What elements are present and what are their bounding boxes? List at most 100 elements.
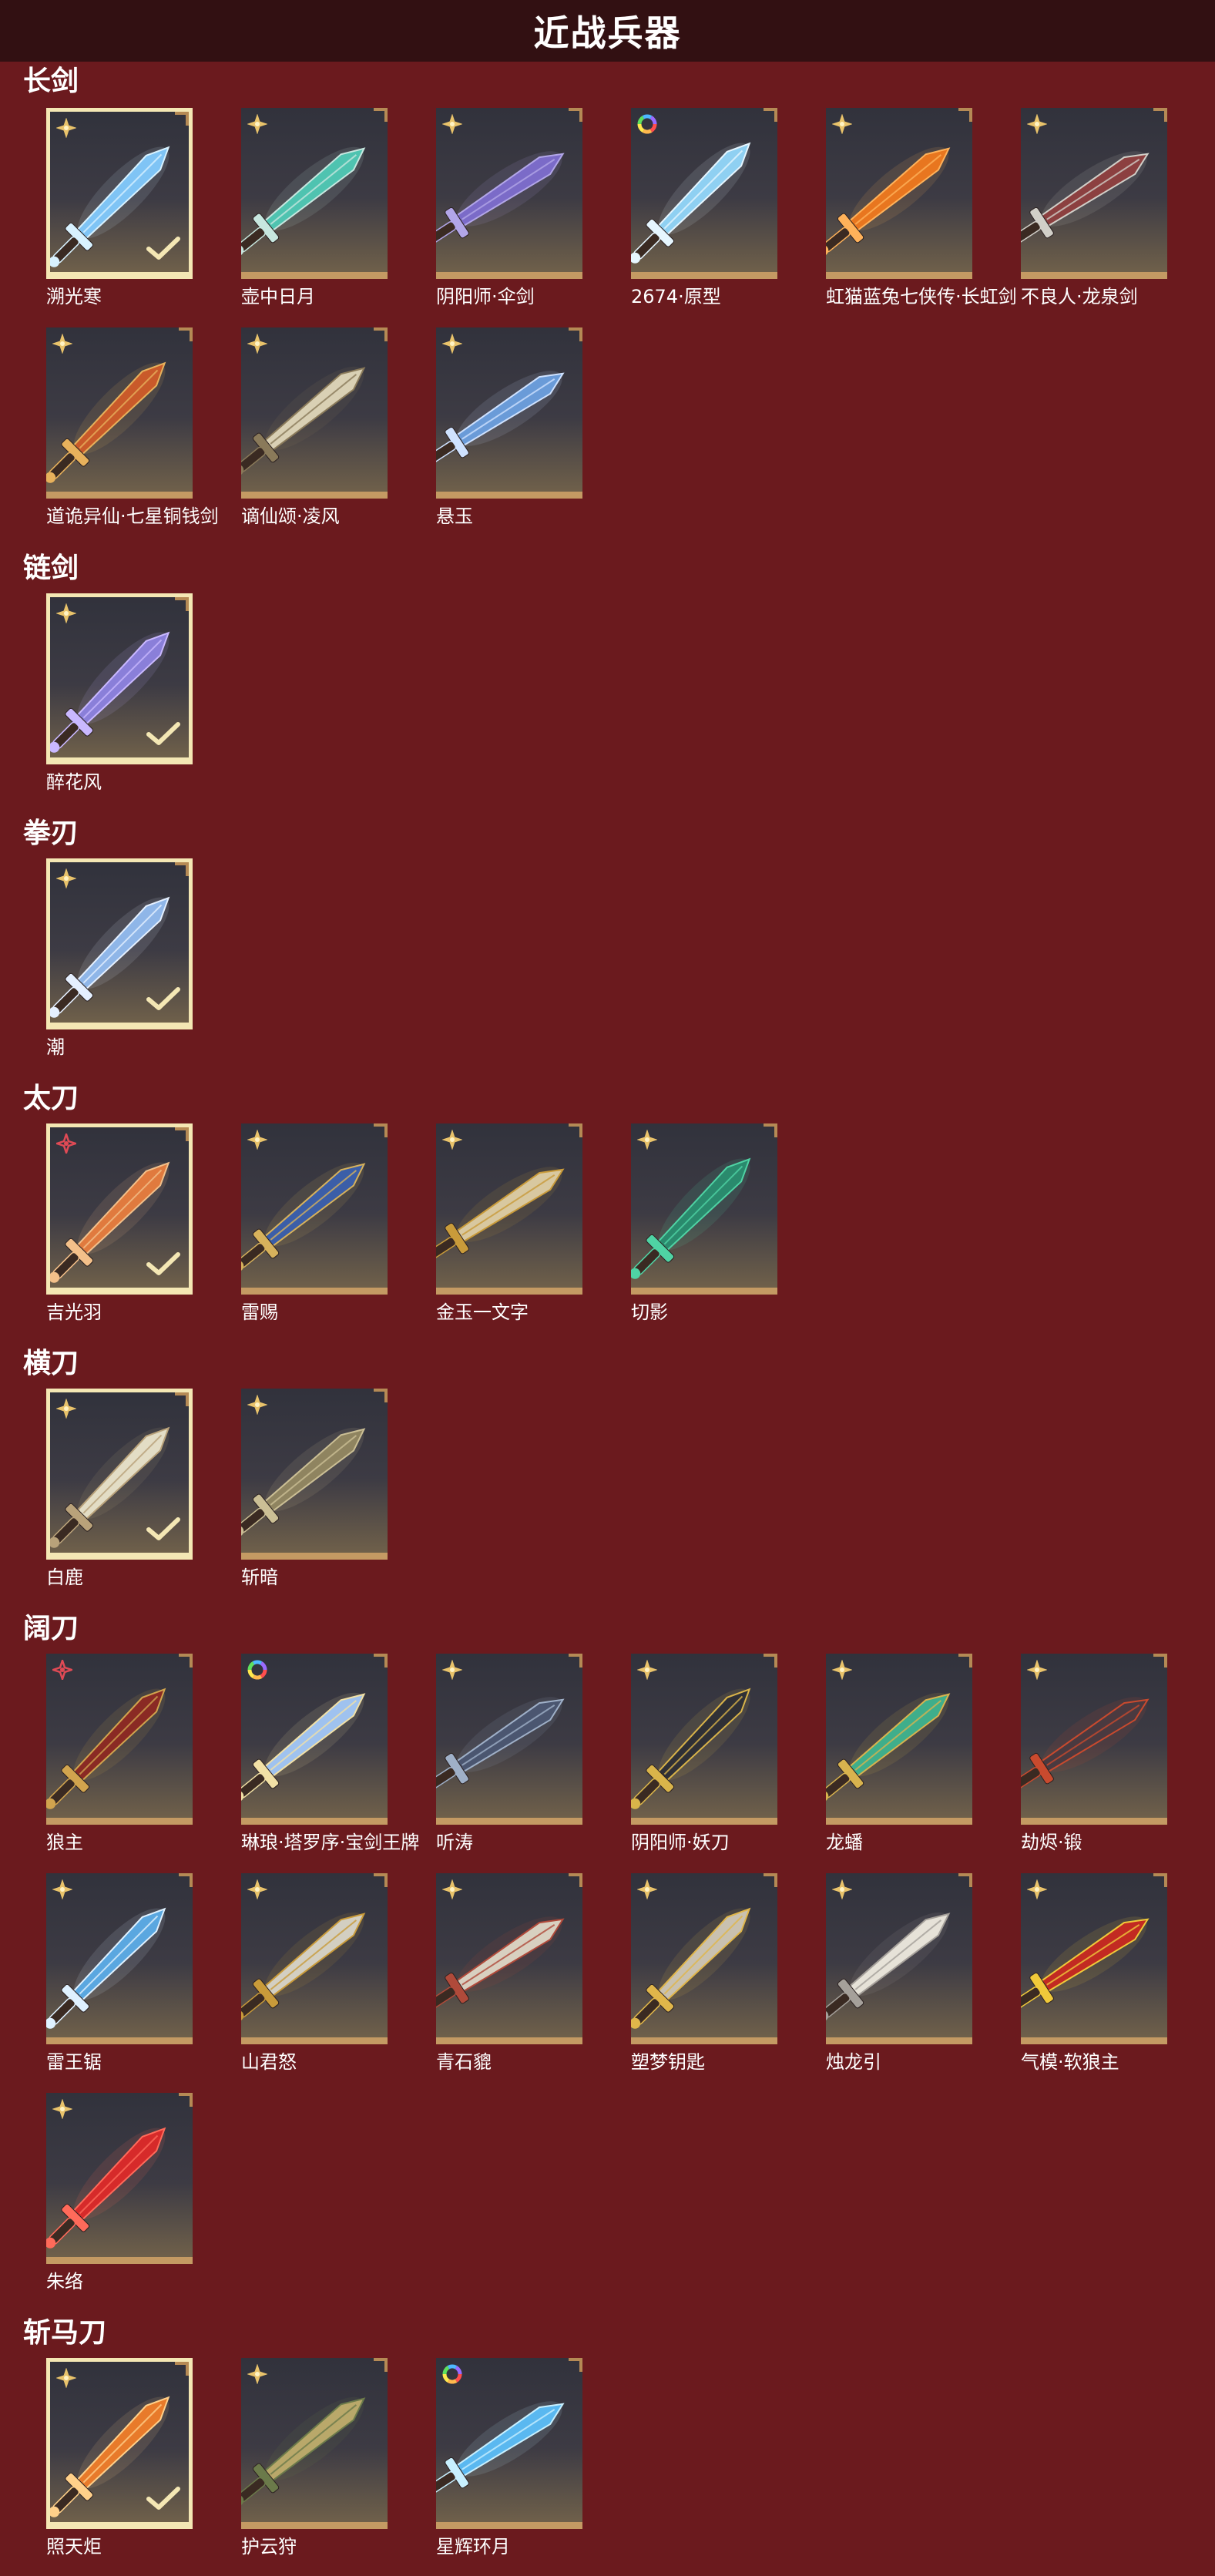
weapon-card[interactable]: 壶中日月	[241, 108, 388, 307]
weapon-card[interactable]: 朱络	[46, 2093, 193, 2292]
category-title: 拳刃	[23, 818, 79, 849]
weapon-thumbnail	[436, 108, 582, 279]
weapon-name: 青石貔	[436, 2051, 492, 2073]
weapon-card[interactable]: 龙蟠	[826, 1654, 972, 1853]
gold-star-icon	[52, 334, 72, 354]
corner-ornament	[569, 108, 582, 122]
category-title: 太刀	[23, 1083, 79, 1114]
weapon-name: 溯光寒	[46, 286, 102, 307]
weapon-name: 醉花风	[46, 771, 102, 793]
corner-ornament	[179, 1654, 193, 1668]
weapon-card[interactable]: 悬玉	[436, 327, 582, 527]
weapon-thumbnail	[241, 1654, 388, 1825]
gold-star-icon	[442, 1879, 462, 1899]
gold-star-icon	[247, 114, 267, 134]
weapon-thumbnail	[46, 1123, 193, 1295]
gold-star-icon	[832, 1660, 852, 1680]
weapon-name: 朱络	[46, 2271, 83, 2292]
weapon-thumbnail	[826, 108, 972, 279]
weapon-thumbnail	[46, 2093, 193, 2264]
gold-star-icon	[832, 114, 852, 134]
check-icon	[146, 1517, 180, 1540]
weapon-thumbnail	[436, 1654, 582, 1825]
weapon-card[interactable]: 不良人·龙泉剑	[1021, 108, 1167, 307]
weapon-card[interactable]: 虹猫蓝兔七侠传·长虹剑	[826, 108, 1017, 307]
weapon-card[interactable]: 星辉环月	[436, 2358, 582, 2558]
weapon-thumbnail	[241, 1389, 388, 1560]
check-icon	[146, 722, 180, 745]
weapon-card[interactable]: 金玉一文字	[436, 1123, 582, 1323]
weapon-card[interactable]: 溯光寒	[46, 108, 193, 307]
gold-star-icon	[637, 1130, 657, 1150]
weapon-card[interactable]: 狼主	[46, 1654, 193, 1853]
gold-star-icon	[637, 1660, 657, 1680]
corner-ornament	[569, 327, 582, 341]
category-title: 阔刀	[23, 1613, 79, 1644]
gold-star-icon	[247, 1879, 267, 1899]
weapon-name: 切影	[631, 1301, 668, 1323]
corner-ornament	[175, 1392, 189, 1406]
weapon-name: 斩暗	[241, 1567, 278, 1588]
gold-star-icon	[832, 1879, 852, 1899]
weapon-thumbnail	[436, 1123, 582, 1295]
corner-ornament	[179, 1873, 193, 1887]
gold-star-icon	[247, 1395, 267, 1415]
weapon-card[interactable]: 劫烬·锻	[1021, 1654, 1167, 1853]
weapon-name: 悬玉	[436, 505, 473, 527]
weapon-thumbnail	[241, 1873, 388, 2044]
weapon-thumbnail	[631, 1654, 777, 1825]
weapon-card[interactable]: 潮	[46, 858, 193, 1058]
weapon-card[interactable]: 斩暗	[241, 1389, 388, 1588]
weapon-card[interactable]: 阴阳师·妖刀	[631, 1654, 777, 1853]
red-star-icon	[56, 1134, 76, 1154]
corner-ornament	[374, 1123, 388, 1137]
weapon-card[interactable]: 阴阳师·伞剑	[436, 108, 582, 307]
weapon-thumbnail	[436, 2358, 582, 2529]
weapon-name: 劫烬·锻	[1021, 1832, 1082, 1853]
rainbow-ring-icon	[637, 114, 657, 134]
weapon-card[interactable]: 谪仙颂·凌风	[241, 327, 388, 527]
weapon-name: 雷王锯	[46, 2051, 102, 2073]
weapon-card[interactable]: 白鹿	[46, 1389, 193, 1588]
weapon-card[interactable]: 听涛	[436, 1654, 582, 1853]
weapon-card[interactable]: 塑梦钥匙	[631, 1873, 777, 2073]
weapon-card[interactable]: 青石貔	[436, 1873, 582, 2073]
corner-ornament	[374, 2358, 388, 2372]
weapon-thumbnail	[46, 858, 193, 1029]
weapon-card[interactable]: 山君怒	[241, 1873, 388, 2073]
weapon-card[interactable]: 烛龙引	[826, 1873, 972, 2073]
weapon-card[interactable]: 护云狩	[241, 2358, 388, 2558]
weapon-card[interactable]: 雷赐	[241, 1123, 388, 1323]
corner-ornament	[764, 108, 777, 122]
gold-star-icon	[56, 118, 76, 138]
weapon-name: 谪仙颂·凌风	[241, 505, 340, 527]
gold-star-icon	[1027, 1879, 1047, 1899]
corner-ornament	[374, 108, 388, 122]
gold-star-icon	[56, 1399, 76, 1419]
weapon-card[interactable]: 切影	[631, 1123, 777, 1323]
weapon-name: 金玉一文字	[436, 1301, 529, 1323]
weapon-card[interactable]: 吉光羽	[46, 1123, 193, 1323]
corner-ornament	[374, 1389, 388, 1402]
corner-ornament	[1153, 1654, 1167, 1668]
gold-star-icon	[52, 2099, 72, 2119]
weapon-card[interactable]: 2674·原型	[631, 108, 777, 307]
weapon-name: 不良人·龙泉剑	[1021, 286, 1138, 307]
weapon-card[interactable]: 琳琅·塔罗序·宝剑王牌	[241, 1654, 419, 1853]
weapon-card[interactable]: 气模·软狼主	[1021, 1873, 1167, 2073]
weapon-card[interactable]: 道诡异仙·七星铜钱剑	[46, 327, 219, 527]
weapon-thumbnail	[46, 327, 193, 499]
gold-star-icon	[247, 334, 267, 354]
gold-star-icon	[1027, 1660, 1047, 1680]
weapon-name: 2674·原型	[631, 286, 721, 307]
weapon-name: 护云狩	[241, 2536, 297, 2558]
weapon-name: 吉光羽	[46, 1301, 102, 1323]
weapon-card[interactable]: 照天炬	[46, 2358, 193, 2558]
corner-ornament	[175, 862, 189, 876]
weapon-card[interactable]: 醉花风	[46, 593, 193, 793]
weapon-name: 壶中日月	[241, 286, 315, 307]
weapon-list: 长剑 溯光寒 壶中日月 阴阳师·伞剑 2674·原型 虹猫蓝兔七侠传·长虹剑 不良人·龙泉剑…	[0, 0, 1215, 2576]
weapon-card[interactable]: 雷王锯	[46, 1873, 193, 2073]
weapon-thumbnail	[1021, 1654, 1167, 1825]
weapon-name: 塑梦钥匙	[631, 2051, 705, 2073]
